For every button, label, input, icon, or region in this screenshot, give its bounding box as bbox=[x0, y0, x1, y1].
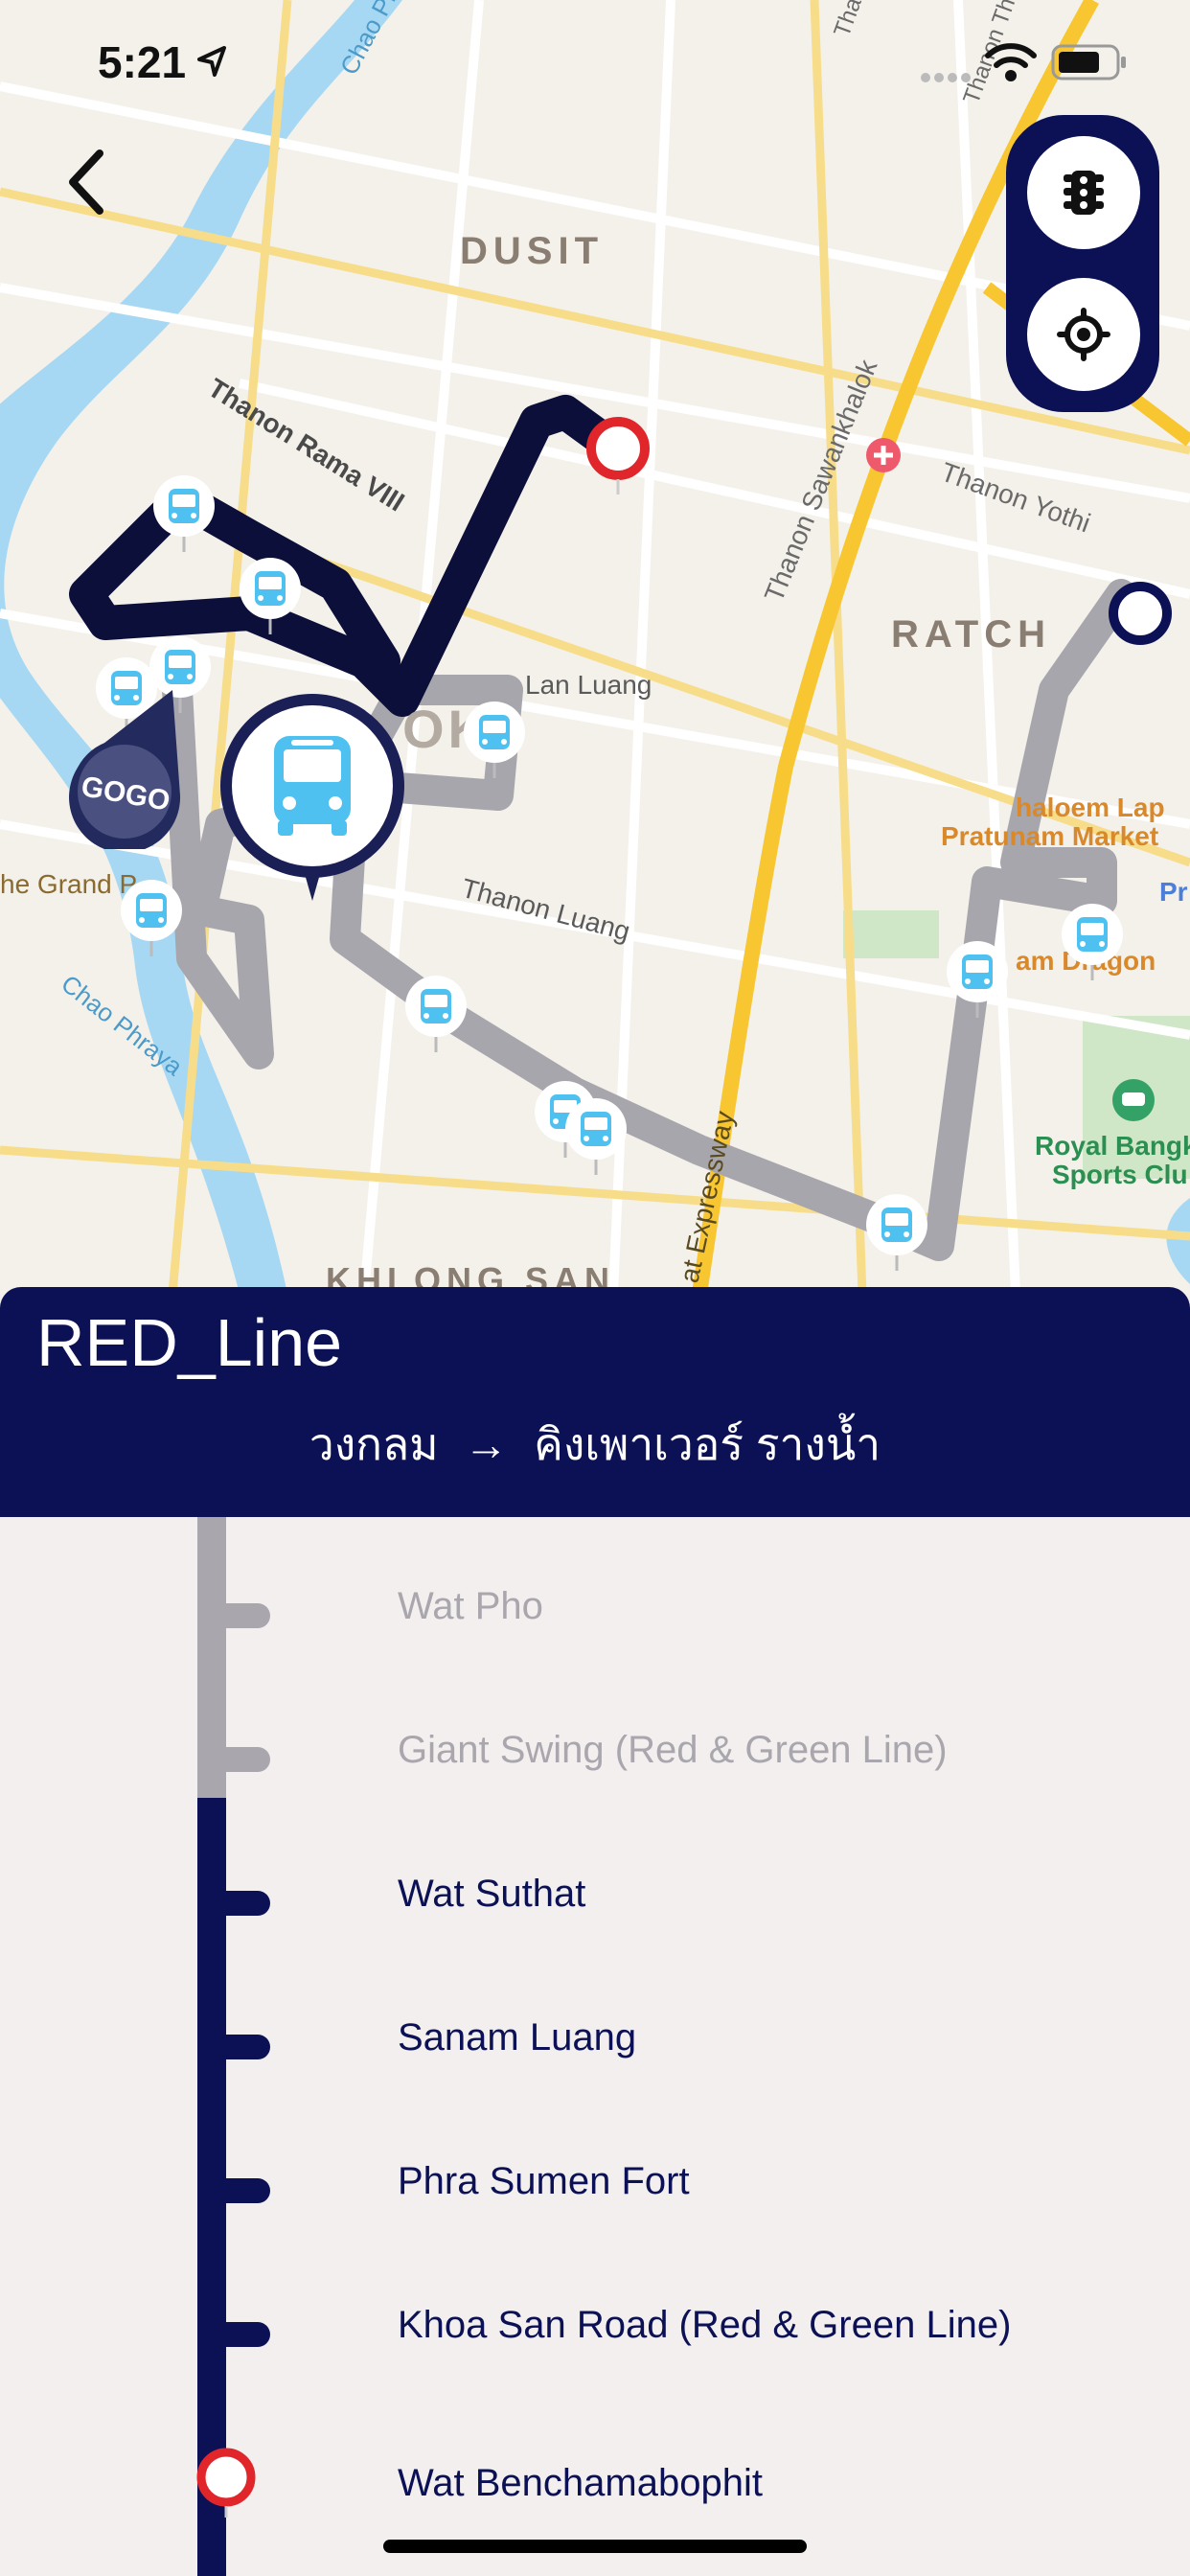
route-timeline bbox=[196, 1517, 270, 2576]
route-header: RED_Line วงกลม → คิงเพาเวอร์ รางน้ำ bbox=[0, 1287, 1190, 1517]
back-button[interactable] bbox=[57, 144, 125, 220]
route-title: RED_Line bbox=[36, 1305, 343, 1380]
map-label-grand-palace: he Grand P bbox=[0, 869, 137, 899]
map-label-ratch: RATCH bbox=[891, 613, 1051, 656]
route-direction: วงกลม → คิงเพาเวอร์ รางน้ำ bbox=[0, 1410, 1190, 1480]
back-arrow-icon bbox=[69, 150, 103, 215]
stop-wat-benchamabophit[interactable]: Wat Benchamabophit bbox=[398, 2462, 763, 2505]
bus-stop-marker[interactable] bbox=[238, 556, 303, 636]
bus-stop-marker[interactable] bbox=[151, 473, 217, 554]
stop-giant-swing[interactable]: Giant Swing (Red & Green Line) bbox=[398, 1729, 948, 1772]
map-label-royal: Royal Bangk bbox=[1035, 1131, 1190, 1161]
bus-stop-marker[interactable] bbox=[563, 1096, 629, 1177]
stop-wat-pho[interactable]: Wat Pho bbox=[398, 1585, 543, 1628]
route-arrow-icon: → bbox=[464, 1419, 509, 1469]
map-label-pr: Pr bbox=[1159, 877, 1188, 907]
bus-stop-marker[interactable] bbox=[864, 1192, 929, 1273]
stop-wat-suthat[interactable]: Wat Suthat bbox=[398, 1873, 585, 1916]
route-to: คิงเพาเวอร์ รางน้ำ bbox=[534, 1419, 881, 1469]
status-time: 5:21 bbox=[98, 37, 187, 87]
map-label-tha: Tha bbox=[829, 0, 867, 40]
stop-khoa-san-road[interactable]: Khoa San Road (Red & Green Line) bbox=[398, 2304, 1011, 2347]
bus-stop-marker[interactable] bbox=[403, 974, 469, 1054]
map-label-sawankhalok: Thanon Sawankhalok bbox=[759, 355, 883, 606]
stop-sanam-luang[interactable]: Sanam Luang bbox=[398, 2016, 636, 2059]
route-map[interactable]: DUSIT RATCH OK Thanon Rama VIII Thanon S… bbox=[0, 0, 1190, 1294]
stop-list: Wat Pho Giant Swing (Red & Green Line) W… bbox=[0, 1517, 1190, 2576]
bus-icon bbox=[274, 736, 351, 836]
map-label-charoen-lap: haloem Lap bbox=[1016, 793, 1165, 822]
map-label-sports: Sports Clu bbox=[1052, 1160, 1188, 1189]
locate-me-button[interactable] bbox=[1027, 278, 1140, 391]
gogo-logo-marker: GOGO bbox=[67, 690, 186, 849]
map-label-dusit: DUSIT bbox=[460, 230, 604, 272]
traffic-toggle-button[interactable] bbox=[1027, 136, 1140, 249]
bus-stop-marker[interactable] bbox=[945, 939, 1010, 1020]
map-controls bbox=[1006, 115, 1159, 412]
map-label-pratunam: Pratunam Market bbox=[941, 821, 1158, 851]
home-indicator bbox=[383, 2540, 807, 2553]
park-icon bbox=[1112, 1079, 1155, 1121]
current-bus-marker[interactable] bbox=[217, 690, 408, 920]
stop-phra-sumen-fort[interactable]: Phra Sumen Fort bbox=[398, 2160, 690, 2203]
locate-icon bbox=[1057, 308, 1110, 361]
bus-stop-marker[interactable] bbox=[119, 878, 184, 958]
bus-stop-marker[interactable] bbox=[462, 700, 527, 780]
bus-stop-marker[interactable] bbox=[1060, 902, 1125, 982]
traffic-light-icon bbox=[1064, 171, 1104, 215]
route-start-marker[interactable] bbox=[1109, 582, 1172, 645]
map-label-lan-luang: Lan Luang bbox=[525, 670, 652, 700]
route-from: วงกลม bbox=[309, 1419, 439, 1469]
hospital-icon bbox=[866, 438, 901, 472]
route-end-marker[interactable] bbox=[586, 417, 650, 494]
